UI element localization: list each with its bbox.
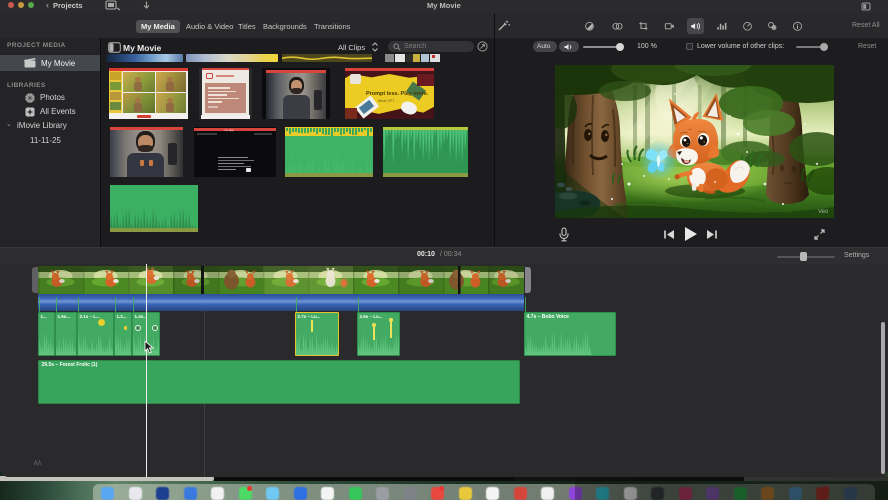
svg-text:Veo: Veo (818, 209, 829, 215)
